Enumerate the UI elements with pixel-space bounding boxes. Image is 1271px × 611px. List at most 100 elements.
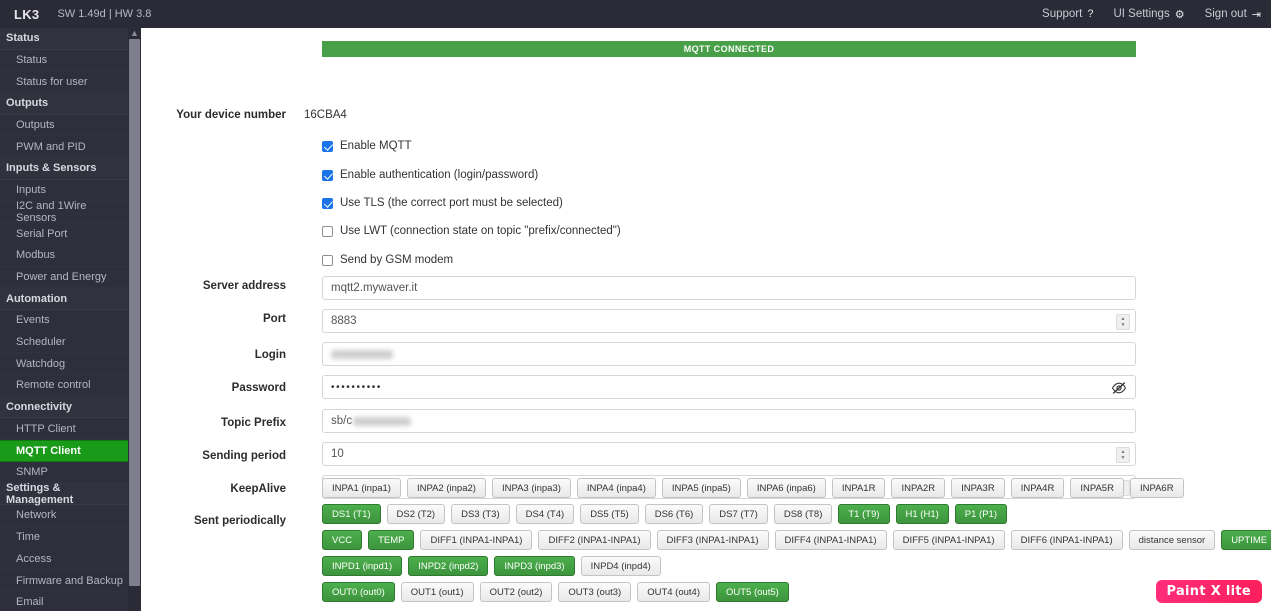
tag-button[interactable]: INPA6R	[1129, 478, 1184, 498]
tag-button[interactable]: VCC	[322, 530, 363, 550]
tag-button[interactable]: INPA4 (inpa4)	[576, 478, 656, 498]
checkbox-row-use-lwt-connection-state-on-[interactable]: Use LWT (connection state on topic "pref…	[322, 225, 621, 237]
tag-button[interactable]: DS5 (T5)	[580, 504, 639, 524]
tag-row: VCC TEMP DIFF1 (INPA1-INPA1) DIFF2 (INPA1-I…	[322, 530, 1271, 550]
sidebar-item-outputs[interactable]: Outputs	[0, 115, 128, 137]
checkbox-enable-authentication-login-[interactable]	[322, 169, 333, 181]
tag-button[interactable]: DIFF3 (INPA1-INPA1)	[656, 530, 769, 550]
tag-button[interactable]: INPA6 (inpa6)	[746, 478, 826, 498]
topic-prefix-input[interactable]: sb/c	[322, 409, 1136, 433]
tag-button[interactable]: DS4 (T4)	[515, 504, 575, 524]
server-address-input[interactable]: mqtt2.mywaver.it	[322, 276, 1136, 300]
sidebar-item-network[interactable]: Network	[0, 505, 128, 527]
sidebar-item-snmp[interactable]: SNMP	[0, 462, 128, 484]
tag-button[interactable]: INPA4R	[1010, 478, 1065, 498]
sidebar-item-inputs[interactable]: Inputs	[0, 180, 128, 202]
sidebar-item-label: Power and Energy	[16, 270, 107, 283]
sidebar-item-serial-port[interactable]: Serial Port	[0, 223, 128, 245]
tag-button[interactable]: DS1 (T1)	[322, 504, 381, 524]
sidebar-item-pwm-and-pid[interactable]: PWM and PID	[0, 136, 128, 159]
tag-button[interactable]: DS2 (T2)	[386, 504, 446, 524]
tag-button[interactable]: INPA1R	[831, 478, 886, 498]
sidebar-item-watchdog[interactable]: Watchdog	[0, 353, 128, 375]
sidebar-scrollbar-thumb[interactable]	[129, 39, 140, 586]
tag-button[interactable]: DIFF6 (INPA1-INPA1)	[1010, 530, 1123, 550]
tag-button[interactable]: INPA2 (inpa2)	[406, 478, 486, 498]
sent-periodically-label: Sent periodically	[193, 515, 286, 527]
tag-button[interactable]: INPD2 (inpd2)	[408, 556, 489, 576]
tag-button[interactable]: T1 (T9)	[838, 504, 890, 524]
tag-button[interactable]: INPA3R	[951, 478, 1005, 498]
port-stepper[interactable]: ▲ ▼	[1116, 314, 1130, 330]
main-content: MQTT CONNECTED Your device number 16CBA4…	[141, 28, 1271, 611]
tag-button[interactable]: INPA3 (inpa3)	[491, 478, 571, 498]
tag-button[interactable]: DS6 (T6)	[644, 504, 704, 524]
sidebar-item-events[interactable]: Events	[0, 310, 128, 332]
sidebar-scroll-up-icon[interactable]: ▲	[128, 28, 141, 39]
sending-period-input[interactable]: 10 ▲ ▼	[322, 442, 1136, 466]
sidebar-item-label: Scheduler	[16, 335, 66, 348]
sidebar-item-time[interactable]: Time	[0, 527, 128, 549]
tag-button[interactable]: DS3 (T3)	[451, 504, 510, 524]
sidebar-group-label: Inputs & Sensors	[6, 162, 97, 175]
tag-button[interactable]: UPTIME	[1221, 530, 1271, 550]
tag-row: OUT0 (out0) OUT1 (out1) OUT2 (out2) OUT3 (o…	[322, 582, 1252, 602]
tag-row: INPA1 (inpa1) INPA2 (inpa2) INPA3 (inpa3) I…	[322, 478, 1252, 498]
sidebar-item-access[interactable]: Access	[0, 549, 128, 571]
password-input[interactable]: ••••••••••	[322, 375, 1136, 399]
tag-button[interactable]: INPD4 (inpd4)	[580, 556, 661, 576]
sidebar[interactable]: Status Status Status for user Outputs Output…	[0, 28, 128, 611]
tag-button[interactable]: OUT5 (out5)	[715, 582, 789, 602]
tag-button-label: DS3 (T3)	[461, 508, 500, 520]
sidebar-item-i2c-and-1wire-sensors[interactable]: I2C and 1Wire Sensors	[0, 200, 128, 224]
port-input[interactable]: 8883 ▲ ▼	[322, 309, 1136, 333]
sidebar-item-remote-control[interactable]: Remote control	[0, 375, 128, 397]
sending-period-stepper[interactable]: ▲ ▼	[1116, 447, 1130, 463]
tag-button[interactable]: OUT1 (out1)	[400, 582, 474, 602]
device-number-value: 16CBA4	[304, 109, 347, 121]
tag-button[interactable]: DIFF5 (INPA1-INPA1)	[892, 530, 1005, 550]
topbar-item-support[interactable]: Support?	[1042, 8, 1093, 20]
tag-button[interactable]: OUT2 (out2)	[479, 582, 553, 602]
topbar-item-sign-out[interactable]: Sign out ⇥	[1205, 8, 1261, 21]
tag-button-label: DIFF6 (INPA1-INPA1)	[1020, 534, 1113, 546]
tag-button[interactable]: DS7 (T7)	[709, 504, 768, 524]
tag-button[interactable]: H1 (H1)	[895, 504, 949, 524]
tag-button[interactable]: OUT0 (out0)	[322, 582, 395, 602]
tag-button[interactable]: DS8 (T8)	[773, 504, 833, 524]
sidebar-item-email[interactable]: Email	[0, 592, 128, 611]
checkbox-row-send-by-gsm-modem[interactable]: Send by GSM modem	[322, 254, 453, 266]
login-input[interactable]	[322, 342, 1136, 366]
tag-button[interactable]: DIFF4 (INPA1-INPA1)	[774, 530, 887, 550]
tag-button[interactable]: INPA1 (inpa1)	[322, 478, 401, 498]
tag-button[interactable]: OUT3 (out3)	[558, 582, 632, 602]
checkbox-use-lwt-connection-state-on-[interactable]	[322, 225, 333, 237]
tag-button[interactable]: P1 (P1)	[954, 504, 1007, 524]
checkbox-use-tls-the-correct-port-mus[interactable]	[322, 197, 333, 209]
checkbox-row-enable-authentication-login-[interactable]: Enable authentication (login/password)	[322, 169, 538, 181]
sidebar-item-power-and-energy[interactable]: Power and Energy	[0, 267, 128, 289]
sidebar-item-status-for-user[interactable]: Status for user	[0, 71, 128, 94]
tag-button[interactable]: INPD3 (inpd3)	[494, 556, 575, 576]
checkbox-enable-mqtt[interactable]	[322, 140, 333, 152]
tag-button[interactable]: TEMP	[368, 530, 415, 550]
tag-button[interactable]: INPA5R	[1070, 478, 1124, 498]
tag-button[interactable]: INPA2R	[891, 478, 946, 498]
checkbox-send-by-gsm-modem[interactable]	[322, 254, 333, 266]
sidebar-item-scheduler[interactable]: Scheduler	[0, 332, 128, 354]
sidebar-item-http-client[interactable]: HTTP Client	[0, 418, 128, 441]
tag-button[interactable]: INPA5 (inpa5)	[661, 478, 741, 498]
topbar-item-ui-settings[interactable]: UI Settings ⚙	[1113, 8, 1184, 21]
sidebar-item-mqtt-client[interactable]: MQTT Client	[0, 440, 128, 462]
sidebar-item-modbus[interactable]: Modbus	[0, 245, 128, 267]
eye-off-icon[interactable]	[1111, 380, 1127, 396]
checkbox-row-enable-mqtt[interactable]: Enable MQTT	[322, 140, 412, 152]
tag-button[interactable]: OUT4 (out4)	[637, 582, 710, 602]
sidebar-item-status[interactable]: Status	[0, 50, 128, 72]
tag-button[interactable]: DIFF1 (INPA1-INPA1)	[420, 530, 533, 550]
checkbox-row-use-tls-the-correct-port-mus[interactable]: Use TLS (the correct port must be select…	[322, 197, 563, 209]
tag-button[interactable]: INPD1 (inpd1)	[322, 556, 403, 576]
tag-button[interactable]: distance sensor	[1128, 530, 1216, 550]
tag-button[interactable]: DIFF2 (INPA1-INPA1)	[538, 530, 651, 550]
sidebar-item-firmware-and-backup[interactable]: Firmware and Backup	[0, 570, 128, 592]
